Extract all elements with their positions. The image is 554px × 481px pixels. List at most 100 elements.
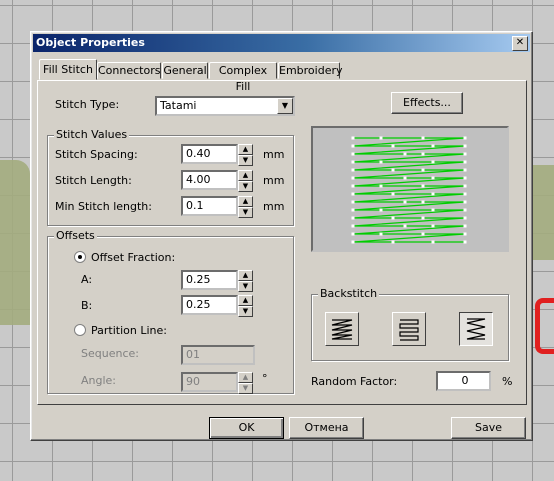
stitch-node [351,224,355,228]
stitch-length-input[interactable]: 4.00 [181,170,238,190]
stitch-node [351,144,355,148]
stitch-pattern-preview [351,136,467,244]
stitch-node [421,168,425,172]
random-factor-unit: % [502,375,513,388]
stitch-node [431,240,435,244]
stitch-node [379,184,383,188]
backstitch-option-2[interactable] [392,312,426,346]
stitch-node [351,232,355,236]
stitch-node [431,160,435,164]
stitch-node [351,160,355,164]
sequence-input[interactable]: 01 [181,345,255,365]
offset-b-input[interactable]: 0.25 [181,295,238,315]
stitch-node [351,240,355,244]
stitch-node [391,168,395,172]
offset-fraction-label: Offset Fraction: [91,251,176,264]
stitch-node [391,192,395,196]
stitch-type-value: Tatami [160,99,197,112]
stitch-node [351,216,355,220]
stitch-spacing-spinner[interactable]: ▲ ▼ [238,144,253,166]
cancel-button[interactable]: Отмена [289,417,364,439]
stitch-node [463,168,467,172]
backstitch-option-3[interactable] [459,312,493,346]
stitch-path [352,137,466,243]
offsets-title: Offsets [54,229,97,242]
stitch-node [403,224,407,228]
offset-a-input[interactable]: 0.25 [181,270,238,290]
stitch-node [431,176,435,180]
stitch-node [431,144,435,148]
tab-complex-fill[interactable]: Complex Fill [209,62,277,93]
close-icon[interactable]: ✕ [512,36,528,51]
background-red-letter [535,298,554,354]
stitch-node [351,200,355,204]
backstitch-zigzag-icon [466,318,486,340]
stitch-node [431,192,435,196]
stitch-node [403,176,407,180]
stitch-type-label: Stitch Type: [55,98,120,111]
stitch-node [463,160,467,164]
stitch-node [463,232,467,236]
stitch-node [431,208,435,212]
save-button[interactable]: Save [451,417,526,439]
stitch-node [421,232,425,236]
stitch-node [463,152,467,156]
tab-fill-stitch[interactable]: Fill Stitch [39,59,97,80]
offset-b-label: B: [81,299,93,312]
stitch-node [391,144,395,148]
stitch-length-spinner[interactable]: ▲ ▼ [238,170,253,192]
stitch-node [463,184,467,188]
backstitch-diagonal-icon [331,319,353,340]
stitch-node [421,136,425,140]
stitch-node [463,224,467,228]
dialog-title: Object Properties [36,36,145,49]
tab-embroidery[interactable]: Embroidery [278,62,343,79]
stitch-node [379,136,383,140]
min-stitch-length-input[interactable]: 0.1 [181,196,238,216]
title-bar: Object Properties ✕ [33,34,530,52]
chevron-down-icon[interactable]: ▼ [277,98,293,114]
stitch-values-title: Stitch Values [54,128,130,141]
stitch-node [379,160,383,164]
stitch-node [463,176,467,180]
angle-label: Angle: [81,374,117,387]
offset-a-spinner[interactable]: ▲ ▼ [238,270,253,292]
backstitch-title: Backstitch [318,287,380,300]
backstitch-option-1[interactable] [325,312,359,346]
stitch-length-label: Stitch Length: [55,174,132,187]
stitch-node [351,168,355,172]
stitch-node [403,200,407,204]
offset-b-spinner[interactable]: ▲ ▼ [238,295,253,317]
stitch-spacing-input[interactable]: 0.40 [181,144,238,164]
stitch-node [351,192,355,196]
angle-spinner[interactable]: ▲ ▼ [238,372,253,394]
partition-line-radio[interactable] [74,324,86,336]
random-factor-input[interactable]: 0 [436,371,491,391]
stitch-node [463,240,467,244]
offset-fraction-radio[interactable] [74,251,86,263]
stitch-type-select[interactable]: Tatami ▼ [155,96,295,116]
background-embroidery-shape [0,160,30,325]
stitch-node [431,224,435,228]
stitch-length-unit: mm [263,174,285,187]
angle-input[interactable]: 90 [181,372,238,392]
ok-button[interactable]: OK [209,417,284,439]
stitch-node [463,216,467,220]
stitch-node [379,232,383,236]
random-factor-label: Random Factor: [311,375,398,388]
stitch-node [391,216,395,220]
min-stitch-length-label: Min Stitch length: [55,200,152,213]
stitch-node [421,216,425,220]
stitch-node [463,136,467,140]
stitch-node [351,152,355,156]
stitch-preview [311,126,509,252]
stitch-node [351,208,355,212]
min-stitch-length-spinner[interactable]: ▲ ▼ [238,196,253,218]
effects-button[interactable]: Effects... [391,92,463,114]
stitch-node [351,184,355,188]
tab-connectors[interactable]: Connectors [97,62,161,79]
tab-general[interactable]: General [162,62,208,79]
min-stitch-length-unit: mm [263,200,285,213]
stitch-node [463,144,467,148]
stitch-node [421,200,425,204]
